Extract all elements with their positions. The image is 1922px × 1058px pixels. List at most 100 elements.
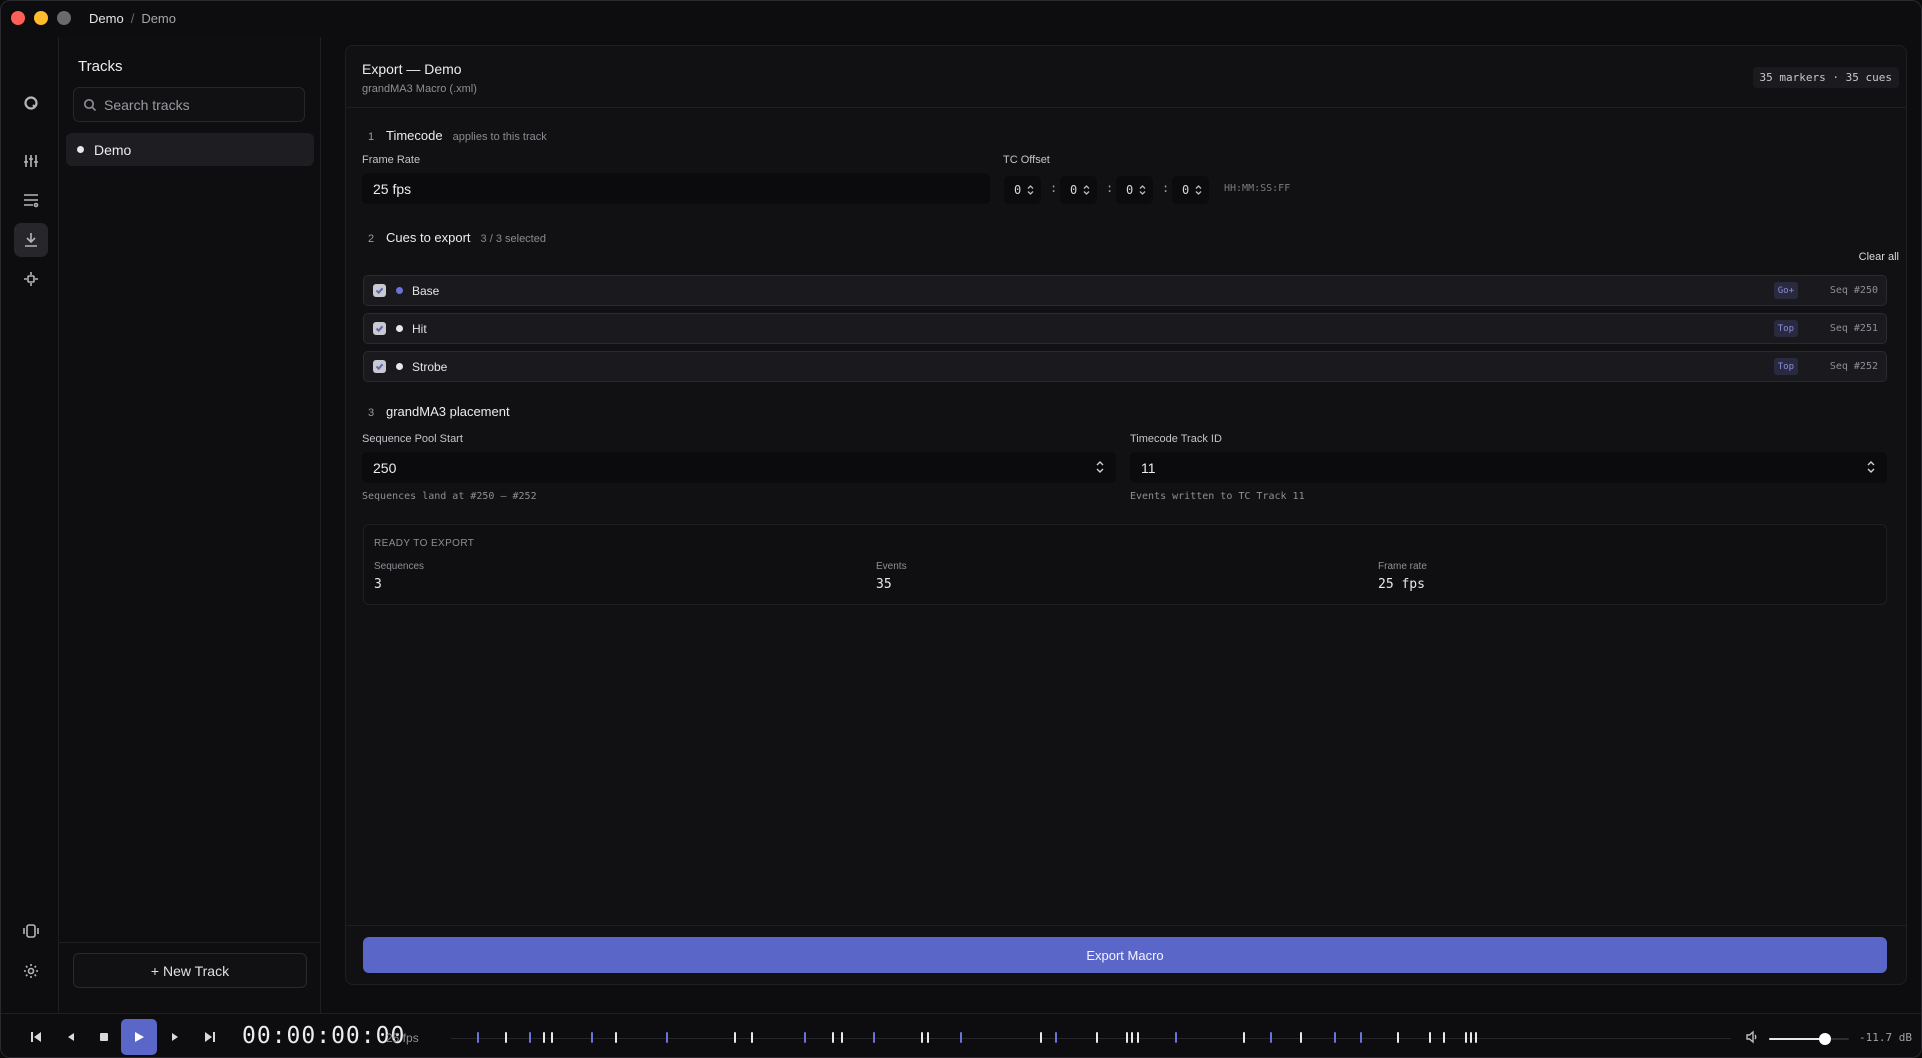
timeline-marker[interactable]: [1137, 1032, 1139, 1043]
step-back-button[interactable]: [56, 1022, 86, 1052]
cue-type-badge: Top: [1773, 320, 1798, 337]
timeline-marker[interactable]: [1175, 1032, 1177, 1043]
checkmark-icon: [375, 287, 384, 295]
stop-button[interactable]: [89, 1022, 119, 1052]
timeline-marker[interactable]: [804, 1032, 806, 1043]
timeline-marker[interactable]: [832, 1032, 834, 1043]
seq-pool-input[interactable]: 250: [362, 452, 1116, 483]
timeline-track: [451, 1038, 1731, 1039]
timeline-marker[interactable]: [543, 1032, 545, 1043]
track-list-item[interactable]: Demo: [66, 133, 314, 166]
step-hint: applies to this track: [452, 131, 547, 143]
stepper-chevrons-icon: [1027, 185, 1034, 195]
volume-icon[interactable]: [1745, 1030, 1759, 1044]
tc-minutes-stepper[interactable]: 0: [1060, 176, 1097, 204]
frame-rate-select[interactable]: 25 fps: [362, 173, 990, 204]
tc-track-input[interactable]: 11: [1130, 452, 1887, 483]
timeline-marker[interactable]: [1429, 1032, 1431, 1043]
export-macro-button[interactable]: Export Macro: [363, 937, 1887, 973]
cue-checkbox[interactable]: [373, 360, 386, 373]
zoom-window-button[interactable]: [57, 11, 71, 25]
breadcrumb-separator: /: [130, 11, 135, 26]
timeline-marker[interactable]: [873, 1032, 875, 1043]
search-input[interactable]: [104, 96, 294, 113]
stepper-chevrons-icon[interactable]: [1096, 460, 1104, 474]
fixture-icon[interactable]: [14, 262, 48, 296]
timeline-marker[interactable]: [1360, 1032, 1362, 1043]
cue-row[interactable]: Hit Top Seq #251: [363, 313, 1887, 344]
search-box[interactable]: [73, 87, 305, 122]
skip-start-button[interactable]: [21, 1022, 51, 1052]
timeline-marker[interactable]: [666, 1032, 668, 1043]
cue-sequence: Seq #252: [1829, 361, 1878, 372]
timeline-marker[interactable]: [1126, 1032, 1128, 1043]
panel-header: Export — Demo grandMA3 Macro (.xml) 35 m…: [346, 46, 1906, 108]
timeline-marker[interactable]: [615, 1032, 617, 1043]
timeline-marker[interactable]: [551, 1032, 553, 1043]
track-name: Demo: [94, 141, 132, 158]
tc-seconds-stepper[interactable]: 0: [1116, 176, 1153, 204]
timeline-marker[interactable]: [1334, 1032, 1336, 1043]
breadcrumb-current: Demo: [141, 11, 176, 26]
volume-handle[interactable]: [1819, 1033, 1831, 1045]
play-button[interactable]: [121, 1019, 157, 1055]
step-forward-button[interactable]: [160, 1022, 190, 1052]
timeline-marker[interactable]: [1131, 1032, 1133, 1043]
panel-footer-divider: [346, 925, 1906, 926]
timeline-marker[interactable]: [921, 1032, 923, 1043]
cue-checkbox[interactable]: [373, 322, 386, 335]
clear-all-button[interactable]: Clear all: [1859, 251, 1899, 263]
timeline-marker[interactable]: [927, 1032, 929, 1043]
skip-end-button[interactable]: [195, 1022, 225, 1052]
checkmark-icon: [375, 325, 384, 333]
export-panel: Export — Demo grandMA3 Macro (.xml) 35 m…: [345, 45, 1907, 985]
timeline-marker[interactable]: [751, 1032, 753, 1043]
cue-color-dot: [396, 363, 403, 370]
tc-hours-stepper[interactable]: 0: [1004, 176, 1041, 204]
stop-icon: [100, 1033, 108, 1041]
list-icon[interactable]: [14, 183, 48, 217]
close-window-button[interactable]: [11, 11, 25, 25]
minimize-window-button[interactable]: [34, 11, 48, 25]
summary-sequences-label: Sequences: [374, 561, 425, 572]
tc-frames-stepper[interactable]: 0: [1172, 176, 1209, 204]
timeline-marker[interactable]: [1270, 1032, 1272, 1043]
breadcrumb-root[interactable]: Demo: [89, 11, 124, 26]
timeline-marker[interactable]: [477, 1032, 479, 1043]
timeline-marker[interactable]: [960, 1032, 962, 1043]
volume-slider[interactable]: [1769, 1033, 1849, 1045]
timeline-marker[interactable]: [1443, 1032, 1445, 1043]
timeline-marker[interactable]: [505, 1032, 507, 1043]
cue-checkbox[interactable]: [373, 284, 386, 297]
cue-row[interactable]: Base Go+ Seq #250: [363, 275, 1887, 306]
mixer-icon[interactable]: [14, 144, 48, 178]
tc-separator: :: [1050, 181, 1058, 195]
timeline-marker[interactable]: [1475, 1032, 1477, 1043]
timeline-marker[interactable]: [1465, 1032, 1467, 1043]
timeline-marker[interactable]: [1096, 1032, 1098, 1043]
summary-sequences-value: 3: [374, 577, 382, 592]
gear-icon[interactable]: [14, 954, 48, 988]
timeline-marker[interactable]: [1470, 1032, 1472, 1043]
new-track-button[interactable]: + New Track: [73, 953, 307, 988]
cue-type-badge: Top: [1773, 358, 1798, 375]
logo-icon[interactable]: [14, 86, 48, 120]
tc-seconds-value: 0: [1126, 183, 1134, 197]
cue-row[interactable]: Strobe Top Seq #252: [363, 351, 1887, 382]
timeline-marker[interactable]: [841, 1032, 843, 1043]
device-icon[interactable]: [14, 914, 48, 948]
timeline-marker[interactable]: [734, 1032, 736, 1043]
timeline-marker[interactable]: [1300, 1032, 1302, 1043]
download-icon[interactable]: [14, 223, 48, 257]
timeline-marker[interactable]: [529, 1032, 531, 1043]
timeline-marker[interactable]: [1397, 1032, 1399, 1043]
seq-pool-value: 250: [373, 459, 397, 476]
timeline-marker[interactable]: [1040, 1032, 1042, 1043]
stepper-chevrons-icon[interactable]: [1867, 460, 1875, 474]
timeline-scrubber[interactable]: [451, 1024, 1731, 1052]
timeline-marker[interactable]: [591, 1032, 593, 1043]
step-placement: 3 grandMA3 placement: [368, 404, 510, 419]
timeline-marker[interactable]: [1055, 1032, 1057, 1043]
timeline-marker[interactable]: [1243, 1032, 1245, 1043]
step-number: 2: [368, 233, 375, 245]
